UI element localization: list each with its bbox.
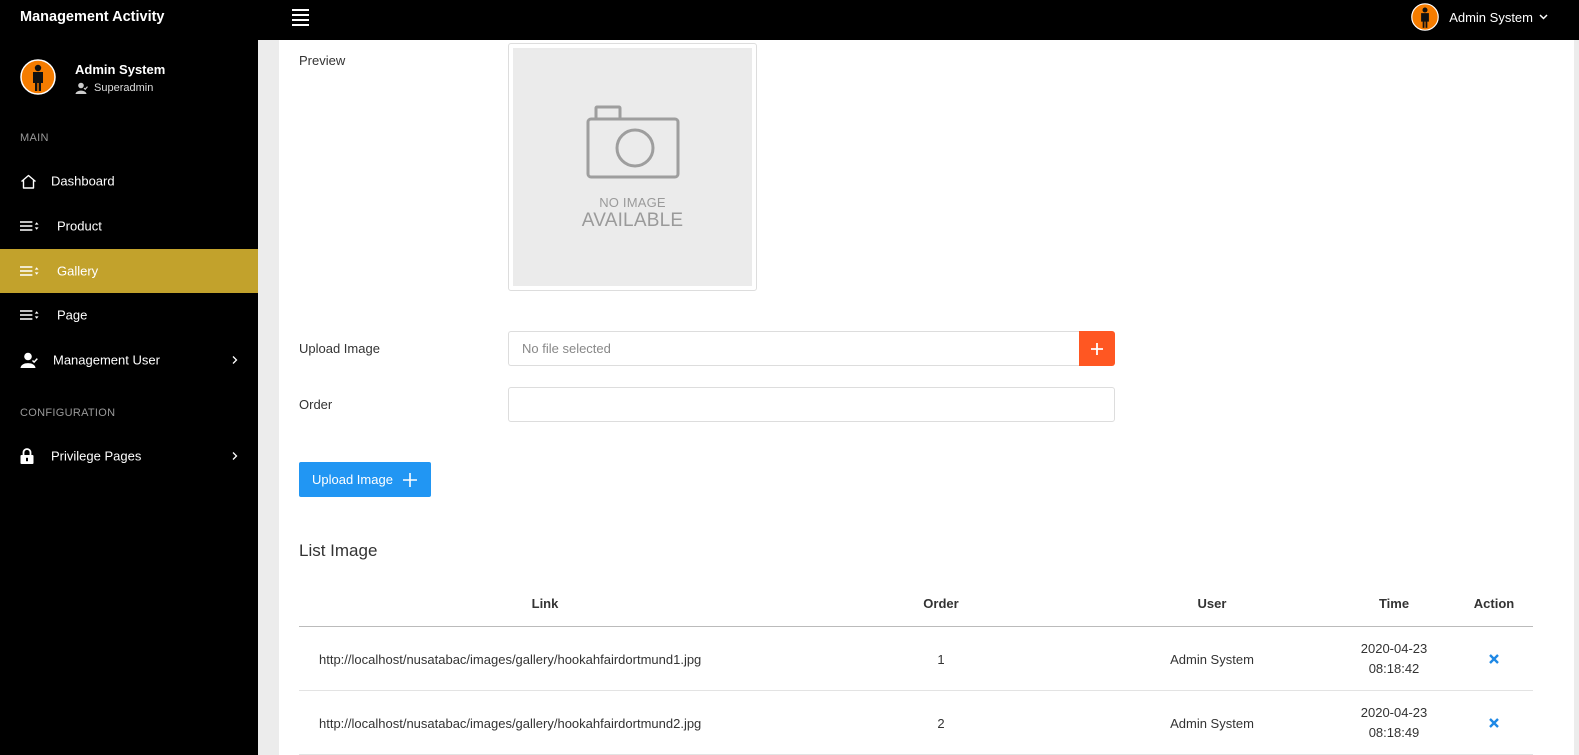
sidebar-item-label: Gallery: [57, 263, 99, 279]
available-text: AVAILABLE: [581, 209, 684, 231]
user-icon: [20, 352, 40, 368]
no-image-placeholder: NO IMAGE AVAILABLE: [513, 48, 752, 286]
preview-label: Preview: [299, 53, 346, 68]
sidebar-item-gallery[interactable]: Gallery: [0, 249, 258, 293]
sidebar-item-label: Product: [57, 218, 102, 234]
cell-link: http://localhost/nusatabac/images/galler…: [319, 651, 702, 667]
chevron-down-icon: [1539, 14, 1548, 20]
upload-button-label: Upload Image: [312, 472, 393, 487]
user-role-icon: [75, 82, 88, 94]
cell-date-text: 2020-04-23: [1360, 641, 1428, 656]
upload-image-label: Upload Image: [299, 341, 380, 356]
table-row: http://localhost/nusatabac/images/galler…: [299, 691, 1533, 755]
column-header-action[interactable]: Action: [1455, 587, 1533, 627]
file-input[interactable]: No file selected: [508, 331, 1081, 366]
delete-button[interactable]: [1489, 654, 1499, 664]
cell-user: Admin System: [1170, 651, 1254, 667]
no-image-text: NO IMAGE: [599, 194, 666, 210]
lock-icon: [20, 448, 40, 464]
cell-user: Admin System: [1170, 715, 1254, 731]
camera-icon: [586, 105, 679, 178]
table-row: http://localhost/nusatabac/images/galler…: [299, 627, 1533, 691]
app-title[interactable]: Management Activity: [20, 0, 165, 40]
image-preview: NO IMAGE AVAILABLE: [508, 43, 757, 291]
cell-date-text: 2020-04-23: [1360, 705, 1428, 720]
sidebar-item-dashboard[interactable]: Dashboard: [0, 159, 258, 203]
sidebar-user-panel: Admin System Superadmin: [0, 40, 258, 115]
sidebar: Admin System Superadmin MAIN Dashboard P…: [0, 40, 258, 755]
menu-toggle-icon[interactable]: [292, 9, 309, 26]
cell-link: http://localhost/nusatabac/images/galler…: [319, 715, 702, 731]
cell-action: [1455, 627, 1533, 691]
sidebar-item-label: Management User: [53, 352, 160, 368]
sidebar-item-page[interactable]: Page: [0, 293, 258, 337]
cell-time-text: 08:18:49: [1368, 725, 1420, 740]
top-navbar: Management Activity Admin System: [0, 0, 1579, 40]
sidebar-section-main: MAIN: [20, 132, 49, 144]
plus-icon: [402, 472, 417, 487]
column-header-order[interactable]: Order: [791, 587, 1091, 627]
cell-time: 2020-04-23 08:18:42: [1333, 627, 1455, 691]
column-header-user[interactable]: User: [1091, 587, 1333, 627]
cell-time: 2020-04-23 08:18:49: [1333, 691, 1455, 755]
cell-order: 2: [937, 715, 945, 731]
order-label: Order: [299, 397, 333, 412]
column-header-link[interactable]: Link: [299, 587, 791, 627]
upload-image-button[interactable]: Upload Image: [299, 462, 431, 497]
chevron-right-icon: [232, 452, 238, 460]
delete-button[interactable]: [1489, 718, 1499, 728]
cell-time-text: 08:18:42: [1368, 661, 1420, 676]
list-sort-icon: [20, 263, 40, 279]
list-image-title: List Image: [299, 541, 378, 560]
header-user-name: Admin System: [1449, 9, 1533, 25]
close-icon: [1489, 654, 1499, 664]
sidebar-item-product[interactable]: Product: [0, 204, 258, 248]
plus-icon: [1091, 342, 1103, 355]
browse-file-button[interactable]: [1079, 331, 1115, 366]
column-header-time[interactable]: Time: [1333, 587, 1455, 627]
avatar-icon: [20, 59, 56, 95]
home-icon: [20, 173, 40, 189]
gallery-card: Preview NO IMAGE AVAILABLE Upload Image …: [279, 40, 1574, 755]
main-content: Preview NO IMAGE AVAILABLE Upload Image …: [258, 40, 1579, 755]
list-sort-icon: [20, 218, 40, 234]
sidebar-item-privilege-pages[interactable]: Privilege Pages: [0, 434, 258, 478]
sidebar-item-label: Dashboard: [51, 173, 115, 189]
table-header: Link Order User Time Action: [299, 587, 1533, 627]
order-input[interactable]: [508, 387, 1115, 422]
cell-action: [1455, 691, 1533, 755]
cell-order: 1: [937, 651, 945, 667]
sidebar-user-name: Admin System: [75, 62, 166, 77]
sidebar-item-management-user[interactable]: Management User: [0, 338, 258, 382]
sidebar-item-label: Page: [57, 307, 88, 323]
sidebar-item-label: Privilege Pages: [51, 448, 142, 464]
header-user-menu[interactable]: Admin System: [1411, 3, 1548, 31]
close-icon: [1489, 718, 1499, 728]
chevron-right-icon: [232, 356, 238, 364]
list-sort-icon: [20, 307, 40, 323]
sidebar-user-role: Superadmin: [75, 82, 153, 94]
avatar-icon: [1411, 3, 1439, 31]
sidebar-section-configuration: CONFIGURATION: [20, 407, 116, 419]
